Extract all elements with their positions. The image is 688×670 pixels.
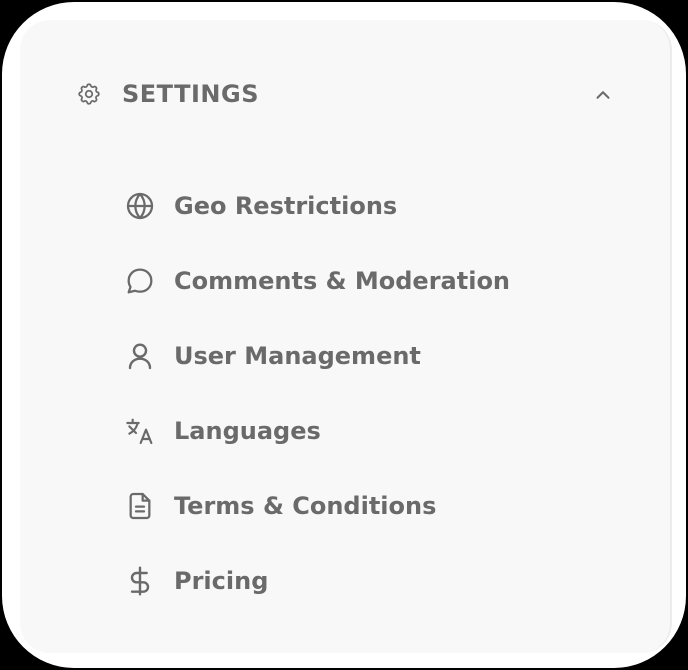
menu-item-geo-restrictions[interactable]: Geo Restrictions [122, 168, 642, 243]
globe-icon [122, 188, 158, 224]
gear-icon [74, 79, 104, 109]
menu-item-label: Terms & Conditions [174, 491, 437, 520]
settings-title: SETTINGS [122, 80, 259, 108]
chat-bubble-icon [122, 263, 158, 299]
translate-icon [122, 413, 158, 449]
menu-item-label: User Management [174, 341, 421, 370]
dollar-icon [122, 563, 158, 599]
settings-card: SETTINGS Geo Restrictions Comments & Mod… [2, 2, 686, 668]
menu-item-label: Geo Restrictions [174, 191, 398, 220]
menu-item-comments-moderation[interactable]: Comments & Moderation [122, 243, 642, 318]
menu-item-label: Pricing [174, 566, 269, 595]
menu-item-user-management[interactable]: User Management [122, 318, 642, 393]
settings-menu: Geo Restrictions Comments & Moderation U… [122, 168, 642, 618]
menu-item-terms-conditions[interactable]: Terms & Conditions [122, 468, 642, 543]
menu-item-label: Languages [174, 416, 321, 445]
settings-panel: SETTINGS Geo Restrictions Comments & Mod… [20, 20, 672, 653]
menu-item-pricing[interactable]: Pricing [122, 543, 642, 618]
collapse-button[interactable] [588, 80, 618, 110]
menu-item-label: Comments & Moderation [174, 266, 511, 295]
settings-header[interactable]: SETTINGS [74, 74, 624, 114]
chevron-up-icon [592, 84, 614, 106]
user-icon [122, 338, 158, 374]
document-icon [122, 488, 158, 524]
menu-item-languages[interactable]: Languages [122, 393, 642, 468]
